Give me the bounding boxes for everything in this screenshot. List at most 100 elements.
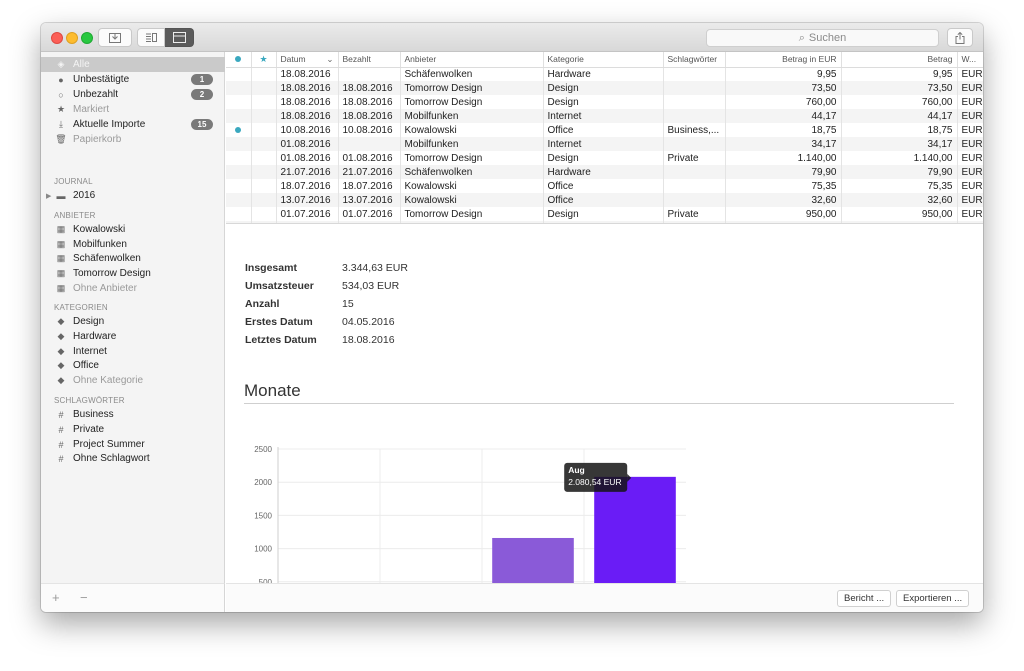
table-header-row: ★ Datum ⌄ Bezahlt Anbieter Kategorie Schl… [226,52,983,68]
summary-label: Erstes Datum [245,316,313,328]
table-row[interactable]: 18.07.2016 18.07.2016 Kowalowski Office 75,3… [226,179,983,193]
cell-marked [251,81,277,95]
cell-anbieter: Mobilfunken [400,221,544,223]
cell-kategorie: Hardware [543,67,664,81]
cell-betrag: 10,00 [841,221,958,223]
y-tick-label: 2500 [254,445,272,454]
sidebar-item-aktuelle-importe[interactable]: ⤓ Aktuelle Importe 15 [41,117,225,132]
sidebar-item-unbezahlt[interactable]: ○ Unbezahlt 2 [41,87,225,102]
remove-button[interactable]: − [80,590,88,605]
cell-status [226,165,252,179]
close-window-button[interactable] [51,32,63,44]
cell-datum: 18.08.2016 [276,81,339,95]
cell-betrag: 75,35 [841,179,958,193]
sidebar-toggle-button[interactable] [137,28,165,47]
tag-icon: ◆ [57,346,65,356]
sidebar-item-label: Ohne Kategorie [73,375,144,386]
sidebar-item-office[interactable]: ◆ Office [41,358,225,373]
search-placeholder: Suchen [808,32,847,44]
cell-datum: 10.08.2016 [276,123,339,137]
chart-title-divider [244,403,954,404]
cell-betrag: 32,60 [841,193,958,207]
table-row[interactable]: 13.07.2016 13.07.2016 Kowalowski Office 32,6… [226,193,983,207]
sidebar-item-ohne-schlagwort[interactable]: # Ohne Schlagwort [41,451,225,466]
minimize-window-button[interactable] [66,32,78,44]
table-row[interactable]: 10.08.2016 10.08.2016 Kowalowski Office Busi… [226,123,983,137]
cell-schlagwoerter [663,165,726,179]
sidebar-item-internet[interactable]: ◆ Internet [41,344,225,359]
sidebar-item-hardware[interactable]: ◆ Hardware [41,329,225,344]
table-row[interactable]: 21.07.2016 21.07.2016 Schäfenwolken Hardwar… [226,165,983,179]
cell-kategorie: Design [543,95,664,109]
sidebar-item-unbestaetigte[interactable]: ● Unbestätigte 1 [41,72,225,87]
sidebar-item-design[interactable]: ◆ Design [41,314,225,329]
table-row[interactable]: 18.08.2016 18.08.2016 Mobilfunken Internet 4… [226,109,983,123]
table-row[interactable]: 18.08.2016 18.08.2016 Tomorrow Design Desig… [226,95,983,109]
report-button[interactable]: Bericht ... [837,590,892,607]
cell-schlagwoerter [663,81,726,95]
table-row[interactable]: 01.08.2016 Mobilfunken Internet 34,17 34,17 E… [226,137,983,151]
table-row[interactable]: 01.08.2016 01.08.2016 Tomorrow Design Desig… [226,151,983,165]
share-button[interactable] [947,28,973,47]
sidebar-item-2016[interactable]: ▶ ▬ 2016 [41,188,225,203]
y-tick-label: 1500 [254,511,272,520]
sidebar-item-ohne-anbieter[interactable]: ▦ Ohne Anbieter [41,281,225,296]
cell-bezahlt: 01.07.2016 [338,221,401,223]
column-header-status[interactable] [226,52,252,68]
sidebar-item-label: Private [73,424,105,435]
sidebar-item-alle[interactable]: ◈ Alle [41,57,225,72]
column-header-datum[interactable]: Datum ⌄ [276,52,339,68]
table-row[interactable]: 18.08.2016 Schäfenwolken Hardware 9,95 9,95 E… [226,67,983,81]
add-button[interactable]: + [52,590,60,605]
sidebar-item-papierkorb[interactable]: 🗑 Papierkorb [41,132,225,147]
column-header-bezahlt[interactable]: Bezahlt [338,52,401,68]
count-badge: 2 [191,89,213,100]
cell-datum: 18.08.2016 [276,109,339,123]
share-icon [955,31,965,44]
cell-status [226,95,252,109]
sidebar-item-kowalowski[interactable]: ▦ Kowalowski [41,222,225,237]
table-row[interactable]: 01.07.2016 01.07.2016 Tomorrow Design Desig… [226,207,983,221]
sidebar-item-project-summer[interactable]: # Project Summer [41,437,225,452]
cell-marked [251,123,277,137]
sidebar-item-markiert[interactable]: ★ Markiert [41,102,225,117]
cell-waehrung: EUR [957,193,983,207]
zoom-window-button[interactable] [81,32,93,44]
sidebar-item-mobilfunken[interactable]: ▦ Mobilfunken [41,237,225,252]
sidebar-item-label: Office [73,360,99,371]
table-row[interactable]: 01.07.201601.07.2016MobilfunkenInternet1… [226,221,983,223]
sidebar-item-label: Unbestätigte [73,74,130,85]
import-button[interactable] [98,28,132,47]
building-icon: ▦ [56,224,66,234]
sidebar-item-label: Internet [73,346,107,357]
sidebar-item-private[interactable]: # Private [41,422,225,437]
column-header-kategorie[interactable]: Kategorie [543,52,664,68]
export-button[interactable]: Exportieren ... [896,590,970,607]
sidebar-item-tomorrow-design[interactable]: ▦ Tomorrow Design [41,266,225,281]
column-header-waehrung[interactable]: W... [957,52,983,68]
sidebar-item-business[interactable]: # Business [41,407,225,422]
unconfirmed-dot-icon [235,126,242,133]
cell-anbieter: Schäfenwolken [400,67,544,81]
table-row[interactable]: 18.08.2016 18.08.2016 Tomorrow Design Desig… [226,81,983,95]
cell-bezahlt [338,67,401,81]
column-header-betrag[interactable]: Betrag [841,52,958,68]
cell-waehrung: EUR [957,151,983,165]
sidebar-item-ohne-kategorie[interactable]: ◆ Ohne Kategorie [41,373,225,388]
search-input[interactable]: ⌕ Suchen [706,29,939,47]
sidebar: ◈ Alle ● Unbestätigte 1 ○ Unbezahlt 2 ★ … [41,52,225,583]
hashtag-icon: # [58,439,64,450]
column-header-betrag-eur[interactable]: Betrag in EUR [725,52,842,68]
column-header-marked[interactable]: ★ [251,52,277,68]
split-view-button[interactable] [165,28,194,47]
cell-schlagwoerter [663,193,726,207]
column-header-anbieter[interactable]: Anbieter [400,52,544,68]
cell-datum: 13.07.2016 [276,193,339,207]
count-badge: 15 [191,119,213,130]
sidebar-item-schaefenwolken[interactable]: ▦ Schäfenwolken [41,251,225,266]
disclosure-triangle-icon[interactable]: ▶ [46,192,51,200]
column-header-schlagwoerter[interactable]: Schlagwörter [663,52,726,68]
cell-anbieter: Tomorrow Design [400,81,544,95]
sidebar-footer: + − [41,583,225,612]
y-tick-label: 1000 [254,545,272,554]
